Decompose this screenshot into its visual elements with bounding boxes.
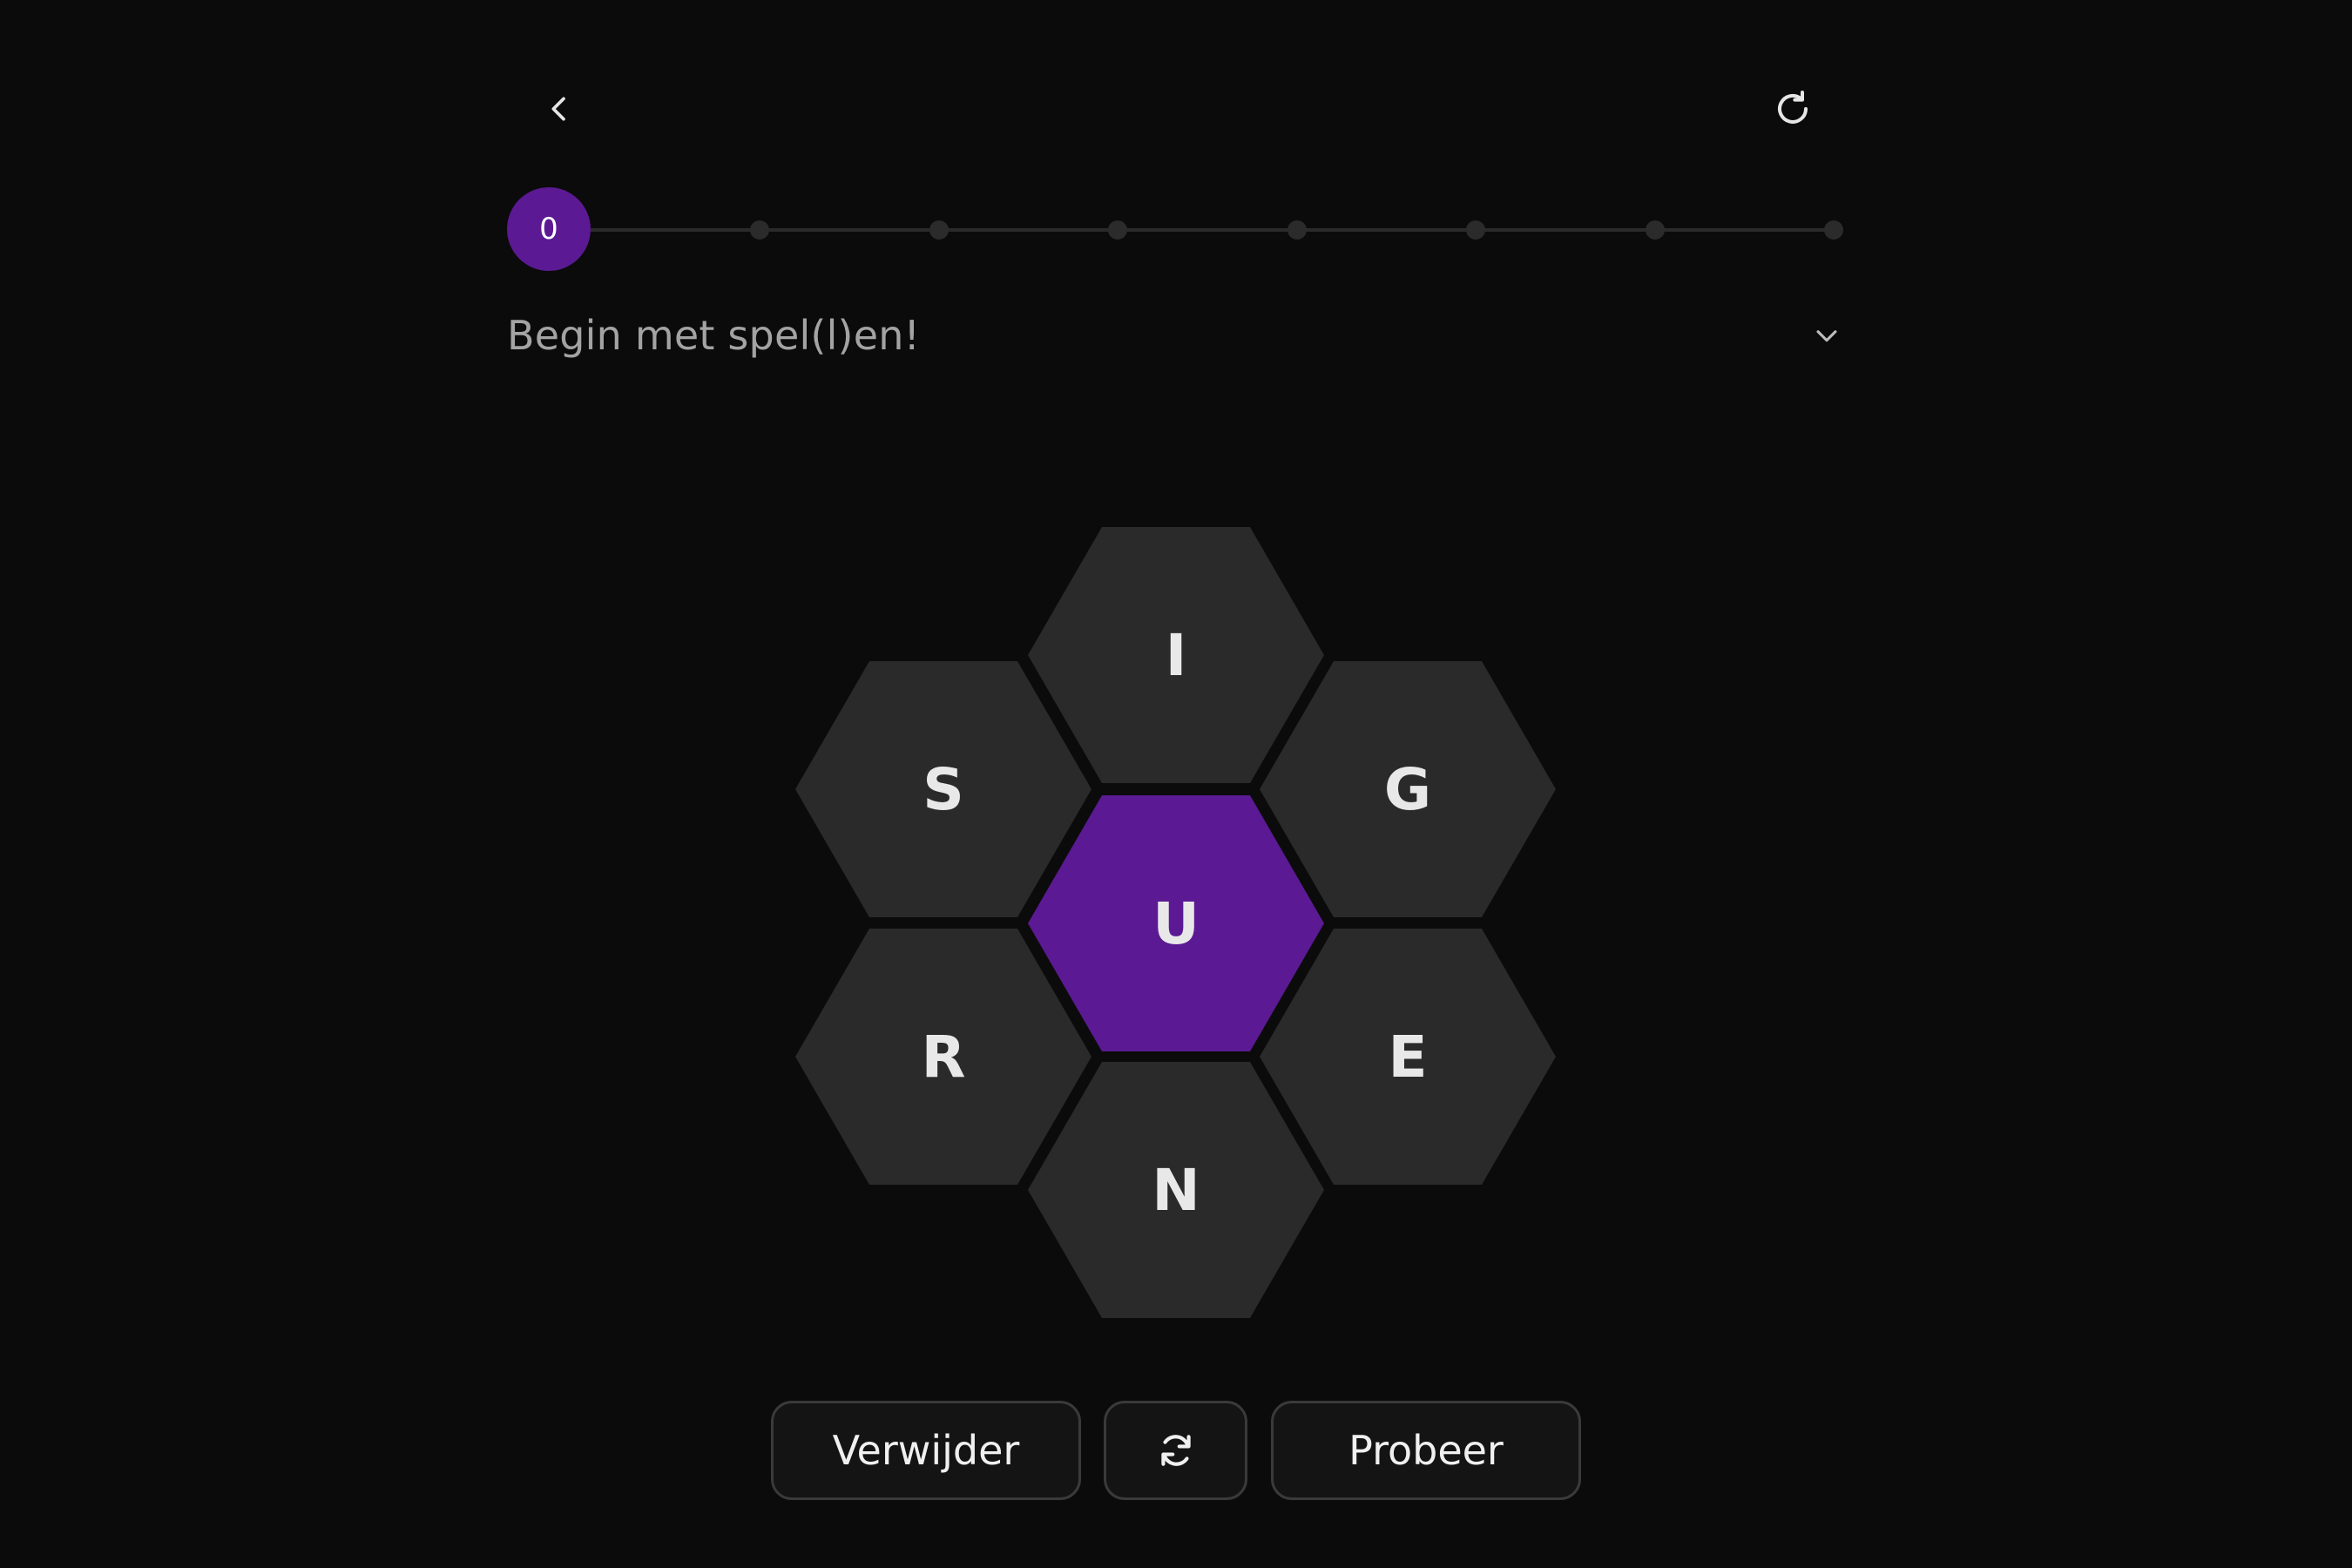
hive-cell-upper-left[interactable]: S (795, 661, 1092, 917)
hive-cell-upper-right[interactable]: G (1260, 661, 1556, 917)
progress-track: 0 (507, 187, 1848, 273)
game-screen: 0 Begin met spel(l)en! I S G U R E N Ver… (0, 0, 2352, 1568)
shuffle-icon (1160, 1435, 1191, 1466)
shuffle-button[interactable] (1104, 1401, 1247, 1500)
restart-button[interactable] (1767, 83, 1819, 135)
chevron-down-icon (1816, 330, 1837, 342)
delete-button-label: Verwijder (832, 1427, 1020, 1474)
cell-letter: R (921, 1023, 966, 1091)
progress-level-dot (1824, 220, 1843, 240)
score-value: 0 (539, 212, 558, 247)
progress-level-dot (1645, 220, 1665, 240)
center-letter: U (1152, 889, 1200, 957)
progress-level-dot (929, 220, 949, 240)
cell-letter: S (923, 755, 964, 823)
delete-button[interactable]: Verwijder (771, 1401, 1081, 1500)
score-badge: 0 (507, 187, 591, 271)
hive-cell-bottom[interactable]: N (1028, 1062, 1324, 1318)
back-button[interactable] (533, 83, 585, 135)
enter-button[interactable]: Probeer (1271, 1401, 1581, 1500)
expand-words-button[interactable] (1805, 314, 1848, 357)
cell-letter: G (1383, 755, 1432, 823)
chevron-left-icon (551, 97, 565, 121)
enter-button-label: Probeer (1348, 1427, 1504, 1474)
cell-letter: I (1165, 621, 1187, 689)
hive-cell-lower-right[interactable]: E (1260, 929, 1556, 1185)
hive-cell-center[interactable]: U (1028, 795, 1324, 1051)
cell-letter: E (1388, 1023, 1428, 1091)
refresh-icon (1778, 91, 1808, 124)
status-row: Begin met spel(l)en! (507, 305, 1848, 366)
progress-level-dot (750, 220, 769, 240)
progress-level-dot (1287, 220, 1307, 240)
hive-cell-lower-left[interactable]: R (795, 929, 1092, 1185)
progress-level-dot (1466, 220, 1485, 240)
cell-letter: N (1152, 1156, 1200, 1224)
progress-level-dot (1108, 220, 1127, 240)
status-message: Begin met spel(l)en! (507, 312, 921, 359)
hive-cell-top[interactable]: I (1028, 527, 1324, 783)
